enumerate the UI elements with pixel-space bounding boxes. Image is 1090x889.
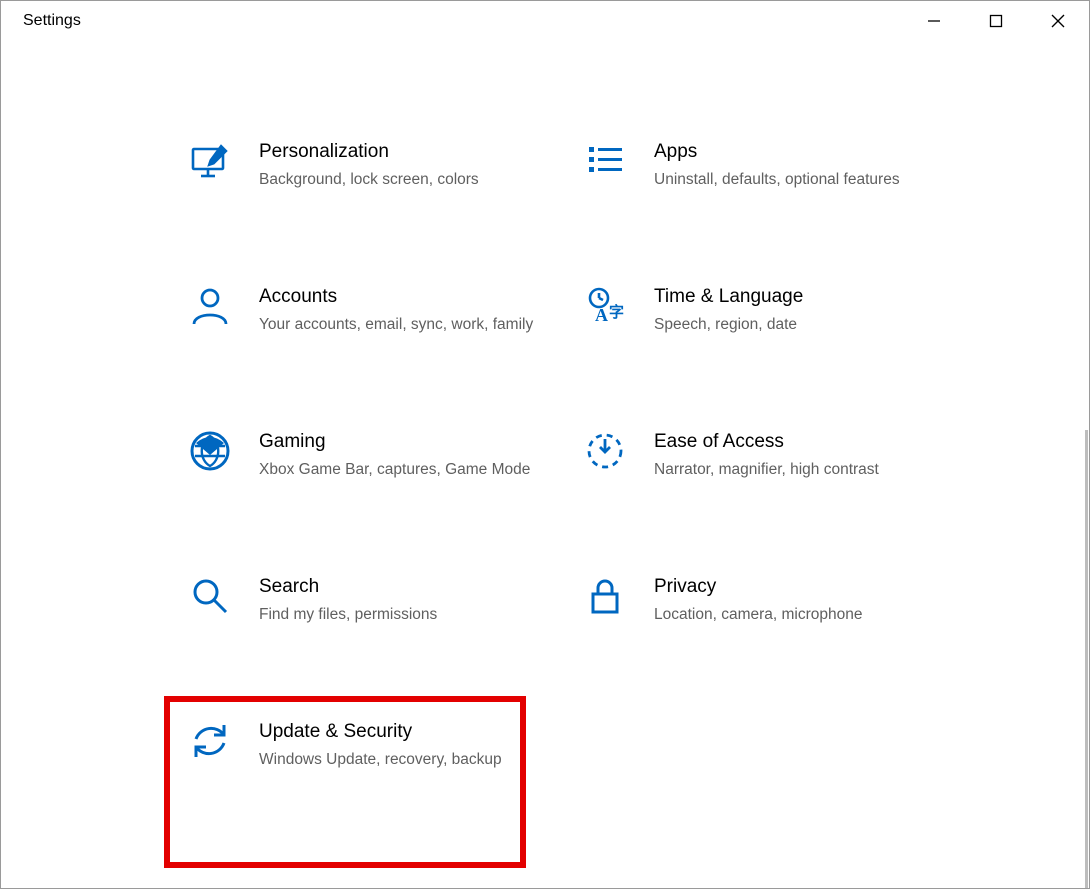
tile-privacy[interactable]: Privacy Location, camera, microphone — [576, 571, 946, 651]
content-area: Personalization Background, lock screen,… — [1, 41, 1089, 888]
tile-label: Personalization — [259, 140, 537, 164]
minimize-button[interactable] — [903, 1, 965, 41]
apps-icon — [582, 138, 628, 184]
tile-apps[interactable]: Apps Uninstall, defaults, optional featu… — [576, 136, 946, 216]
tile-desc: Narrator, magnifier, high contrast — [654, 460, 932, 480]
tile-desc: Background, lock screen, colors — [259, 170, 537, 190]
maximize-button[interactable] — [965, 1, 1027, 41]
tile-accounts[interactable]: Accounts Your accounts, email, sync, wor… — [181, 281, 551, 361]
settings-grid: Personalization Background, lock screen,… — [181, 136, 981, 796]
tile-update-security[interactable]: Update & Security Windows Update, recove… — [181, 716, 551, 796]
tile-desc: Windows Update, recovery, backup — [259, 750, 537, 770]
tile-desc: Speech, region, date — [654, 315, 932, 335]
settings-window: Settings — [0, 0, 1090, 889]
tile-label: Gaming — [259, 430, 537, 454]
tile-search[interactable]: Search Find my files, permissions — [181, 571, 551, 651]
tile-personalization[interactable]: Personalization Background, lock screen,… — [181, 136, 551, 216]
tile-label: Apps — [654, 140, 932, 164]
privacy-icon — [582, 573, 628, 619]
time-language-icon: A 字 — [582, 283, 628, 329]
tile-label: Search — [259, 575, 537, 599]
tile-label: Privacy — [654, 575, 932, 599]
tile-label: Time & Language — [654, 285, 932, 309]
svg-text:A: A — [595, 305, 608, 325]
svg-text:字: 字 — [609, 303, 624, 321]
tile-desc: Find my files, permissions — [259, 605, 537, 625]
tile-label: Ease of Access — [654, 430, 932, 454]
titlebar: Settings — [1, 1, 1089, 41]
tile-desc: Uninstall, defaults, optional features — [654, 170, 932, 190]
tile-gaming[interactable]: Gaming Xbox Game Bar, captures, Game Mod… — [181, 426, 551, 506]
accounts-icon — [187, 283, 233, 329]
close-button[interactable] — [1027, 1, 1089, 41]
search-icon — [187, 573, 233, 619]
window-title: Settings — [23, 12, 81, 30]
tile-desc: Xbox Game Bar, captures, Game Mode — [259, 460, 537, 480]
ease-of-access-icon — [582, 428, 628, 474]
tile-desc: Your accounts, email, sync, work, family — [259, 315, 537, 335]
gaming-icon — [187, 428, 233, 474]
personalization-icon — [187, 138, 233, 184]
vertical-scrollbar[interactable] — [1085, 430, 1088, 888]
tile-ease-of-access[interactable]: Ease of Access Narrator, magnifier, high… — [576, 426, 946, 506]
tile-desc: Location, camera, microphone — [654, 605, 932, 625]
window-controls — [903, 1, 1089, 41]
tile-label: Accounts — [259, 285, 537, 309]
tile-time-language[interactable]: A 字 Time & Language Speech, region, date — [576, 281, 946, 361]
update-security-icon — [187, 718, 233, 764]
tile-label: Update & Security — [259, 720, 537, 744]
